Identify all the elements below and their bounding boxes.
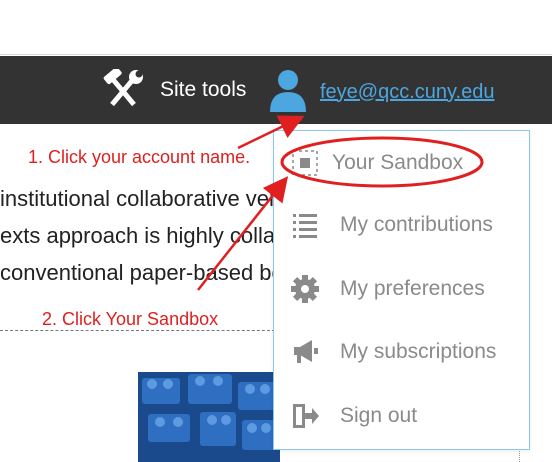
site-tools-label: Site tools bbox=[160, 78, 247, 101]
site-tools-button[interactable]: Site tools bbox=[100, 69, 247, 111]
account-name-link[interactable]: feye@qcc.cuny.edu bbox=[320, 81, 494, 104]
annotation-step-2: 2. Click Your Sandbox bbox=[42, 309, 219, 329]
menu-item-label: Your Sandbox bbox=[332, 151, 464, 174]
sign-out-icon bbox=[290, 401, 320, 431]
tools-icon bbox=[100, 69, 146, 111]
menu-item-label: My contributions bbox=[340, 213, 493, 236]
menu-item-your-sandbox[interactable]: Your Sandbox bbox=[274, 135, 529, 191]
top-strip bbox=[0, 0, 552, 55]
menu-item-sign-out[interactable]: Sign out bbox=[274, 388, 529, 444]
account-menu-toggle[interactable]: feye@qcc.cuny.edu bbox=[270, 68, 494, 117]
menu-item-my-contributions[interactable]: My contributions bbox=[274, 197, 529, 253]
sandbox-icon bbox=[290, 148, 320, 178]
gear-icon bbox=[290, 274, 320, 304]
list-icon bbox=[290, 210, 320, 240]
site-header: Site tools feye@qcc.cuny.edu bbox=[0, 56, 552, 124]
lego-image bbox=[138, 372, 280, 462]
menu-item-my-preferences[interactable]: My preferences bbox=[274, 261, 529, 317]
user-icon bbox=[270, 68, 306, 117]
menu-item-label: My preferences bbox=[340, 277, 485, 300]
menu-item-label: Sign out bbox=[340, 404, 418, 427]
menu-item-my-subscriptions[interactable]: My subscriptions bbox=[274, 324, 529, 380]
dashed-divider bbox=[0, 330, 280, 331]
account-dropdown-menu: Your Sandbox My contributions My prefere… bbox=[273, 130, 530, 450]
annotation-step-1: 1. Click your account name. bbox=[28, 147, 251, 167]
menu-item-label: My subscriptions bbox=[340, 340, 497, 363]
megaphone-icon bbox=[290, 337, 320, 367]
